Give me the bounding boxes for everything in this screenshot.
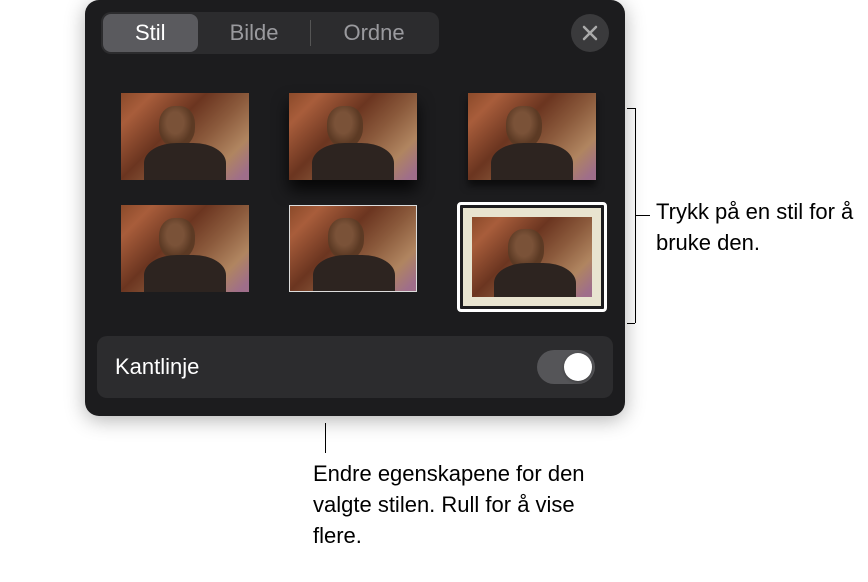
- tab-bilde[interactable]: Bilde: [198, 14, 311, 52]
- border-row[interactable]: Kantlinje: [97, 336, 613, 398]
- tab-ordne[interactable]: Ordne: [311, 14, 436, 52]
- styles-grid: [85, 74, 625, 336]
- callout-styles: Trykk på en stil for å bruke den.: [656, 197, 856, 259]
- segmented-control: Stil Bilde Ordne: [101, 12, 439, 54]
- style-frame: [463, 208, 601, 306]
- style-thumbnail: [121, 93, 249, 180]
- style-option-2[interactable]: [289, 90, 417, 182]
- close-button[interactable]: [571, 14, 609, 52]
- callout-line: [627, 323, 635, 324]
- callout-line: [636, 215, 650, 216]
- border-toggle[interactable]: [537, 350, 595, 384]
- style-option-4[interactable]: [121, 202, 249, 294]
- style-thumbnail: [472, 217, 592, 297]
- style-thumbnail: [468, 93, 596, 180]
- style-thumbnail: [289, 205, 417, 292]
- toggle-knob: [564, 353, 592, 381]
- callout-properties: Endre egenskapene for den valgte stilen.…: [313, 459, 593, 551]
- tab-stil[interactable]: Stil: [103, 14, 198, 52]
- style-option-3[interactable]: [457, 90, 607, 182]
- callout-line: [325, 423, 326, 453]
- tab-bar: Stil Bilde Ordne: [85, 12, 625, 54]
- callout-line: [627, 108, 635, 109]
- style-thumbnail: [289, 93, 417, 180]
- style-option-1[interactable]: [121, 90, 249, 182]
- format-panel: Stil Bilde Ordne Kantlinje: [85, 0, 625, 416]
- border-label: Kantlinje: [115, 354, 199, 380]
- close-icon: [582, 25, 598, 41]
- style-thumbnail: [121, 205, 249, 292]
- style-option-6-selected[interactable]: [457, 202, 607, 312]
- style-option-5[interactable]: [289, 202, 417, 294]
